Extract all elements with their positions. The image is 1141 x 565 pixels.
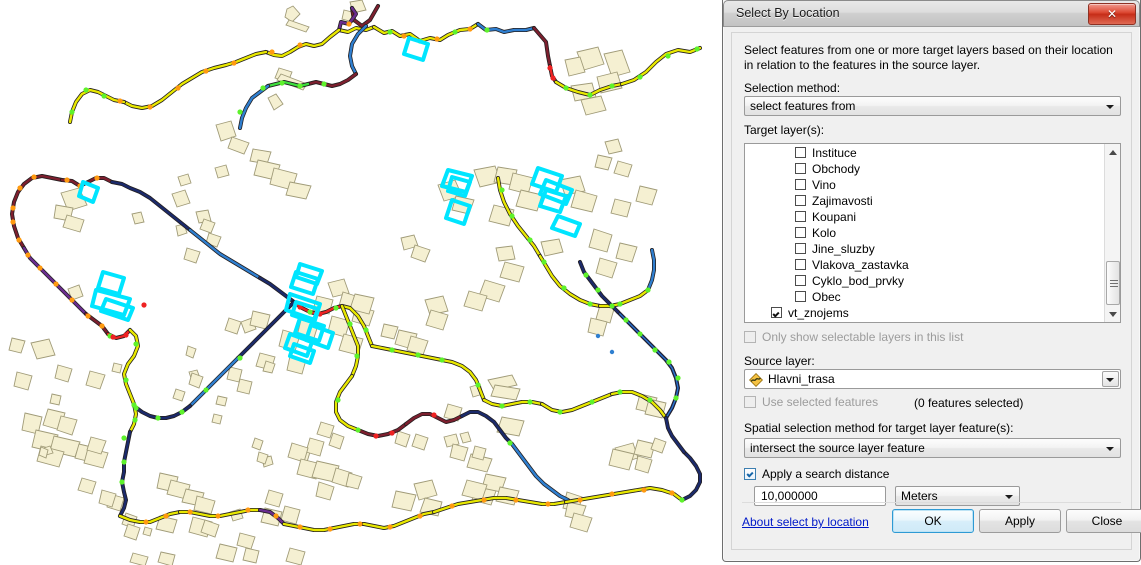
selection-method-dropdown[interactable]: select features from	[744, 96, 1121, 116]
dialog-titlebar[interactable]: Select By Location ✕	[723, 0, 1140, 27]
ok-button[interactable]: OK	[892, 509, 974, 533]
source-layer-value: Hlavni_trasa	[768, 372, 835, 386]
only-selectable-checkbox-row[interactable]: Only show selectable layers in this list	[744, 330, 963, 344]
gis-map-view[interactable]	[0, 0, 725, 565]
chevron-down-icon	[1106, 378, 1114, 382]
features-selected-count: (0 features selected)	[914, 396, 1024, 410]
distance-unit-dropdown[interactable]: Meters	[895, 486, 1020, 506]
source-layer-dropdown[interactable]: Hlavni_trasa	[744, 369, 1121, 389]
spatial-method-label: Spatial selection method for target laye…	[744, 421, 1014, 435]
spatial-method-dropdown[interactable]: intersect the source layer feature	[744, 438, 1121, 458]
layer-name: Instituce	[812, 146, 857, 160]
chevron-down-icon	[1005, 495, 1013, 499]
apply-search-distance-row[interactable]: Apply a search distance	[744, 467, 889, 481]
apply-search-distance-label: Apply a search distance	[762, 467, 890, 481]
use-selected-features-label: Use selected features	[762, 395, 879, 409]
layer-list-item[interactable]: Zajimavosti	[745, 193, 1120, 209]
layer-checkbox[interactable]	[795, 227, 806, 238]
scroll-up-button[interactable]	[1105, 144, 1120, 160]
close-window-button[interactable]: ✕	[1088, 3, 1136, 25]
use-selected-features-row[interactable]: Use selected features	[744, 395, 878, 409]
chevron-down-icon	[1106, 105, 1114, 109]
layer-list-item[interactable]: Vino	[745, 177, 1120, 193]
dialog-description: Select features from one or more target …	[744, 43, 1113, 72]
layer-name: Obec	[812, 290, 841, 304]
layer-name: Koupani	[812, 210, 857, 224]
target-layers-list[interactable]: Instituce Obchody Vino Zajimavosti Koupani Ko…	[744, 143, 1121, 323]
caret-down-icon	[1109, 311, 1117, 317]
layer-name: vt_znojems	[788, 306, 849, 320]
selection-method-label: Selection method:	[744, 81, 841, 95]
target-layers-label: Target layer(s):	[744, 123, 825, 137]
grip-icon	[1110, 280, 1118, 287]
close-button[interactable]: Close	[1066, 509, 1141, 533]
layer-list-item[interactable]: Instituce	[745, 145, 1120, 161]
caret-up-icon	[1109, 149, 1117, 155]
layer-list-item[interactable]: Jine_sluzby	[745, 241, 1120, 257]
apply-search-distance-checkbox[interactable]	[744, 468, 756, 480]
target-layers-scrollbar[interactable]	[1104, 144, 1120, 322]
layer-name: Vlakova_zastavka	[812, 258, 909, 272]
layer-checkbox[interactable]	[795, 163, 806, 174]
layer-name: Obchody	[812, 162, 861, 176]
layer-checkbox[interactable]	[771, 307, 782, 318]
select-by-location-dialog: Select By Location ✕ Select features fro…	[722, 0, 1141, 562]
footer-divider	[742, 502, 1121, 503]
polyline-symbol-icon	[749, 373, 763, 387]
dialog-title: Select By Location	[736, 6, 840, 20]
only-selectable-checkbox[interactable]	[744, 331, 756, 343]
layer-checkbox[interactable]	[795, 179, 806, 190]
only-selectable-label: Only show selectable layers in this list	[762, 330, 964, 344]
target-layers-rows: Instituce Obchody Vino Zajimavosti Koupani Ko…	[745, 144, 1120, 321]
layer-list-item[interactable]: Cyklo_bod_prvky	[745, 273, 1120, 289]
layer-name: Jine_sluzby	[812, 242, 875, 256]
spatial-method-value: intersect the source layer feature	[750, 441, 925, 455]
layer-name: Vino	[812, 178, 836, 192]
layer-list-item[interactable]: Vlakova_zastavka	[745, 257, 1120, 273]
layer-checkbox[interactable]	[795, 195, 806, 206]
search-distance-input[interactable]: 10,000000	[754, 486, 886, 506]
about-select-by-location-link[interactable]: About select by location	[742, 515, 869, 529]
layer-list-item[interactable]: vt_znojems	[745, 305, 1120, 321]
layer-name: Cyklo_bod_prvky	[812, 274, 905, 288]
layer-checkbox[interactable]	[795, 291, 806, 302]
dialog-content-panel: Select features from one or more target …	[731, 32, 1141, 550]
source-layer-label: Source layer:	[744, 354, 815, 368]
use-selected-features-checkbox[interactable]	[744, 396, 756, 408]
selection-method-value: select features from	[750, 99, 856, 113]
apply-button[interactable]: Apply	[979, 509, 1061, 533]
layer-list-item[interactable]: Koupani	[745, 209, 1120, 225]
layer-checkbox[interactable]	[795, 243, 806, 254]
scrollbar-thumb[interactable]	[1106, 261, 1120, 305]
layer-list-item[interactable]: Kolo	[745, 225, 1120, 241]
layer-name: Zajimavosti	[812, 194, 873, 208]
scroll-down-button[interactable]	[1105, 306, 1120, 322]
layer-checkbox[interactable]	[795, 147, 806, 158]
distance-unit-value: Meters	[901, 489, 938, 503]
search-distance-value: 10,000000	[761, 489, 818, 503]
layer-checkbox[interactable]	[795, 259, 806, 270]
layer-list-item[interactable]: Obec	[745, 289, 1120, 305]
chevron-down-icon	[1106, 447, 1114, 451]
layer-checkbox[interactable]	[795, 275, 806, 286]
layer-checkbox[interactable]	[795, 211, 806, 222]
layer-name: Kolo	[812, 226, 837, 240]
layer-list-item[interactable]: Obchody	[745, 161, 1120, 177]
close-x-icon: ✕	[1106, 7, 1118, 21]
